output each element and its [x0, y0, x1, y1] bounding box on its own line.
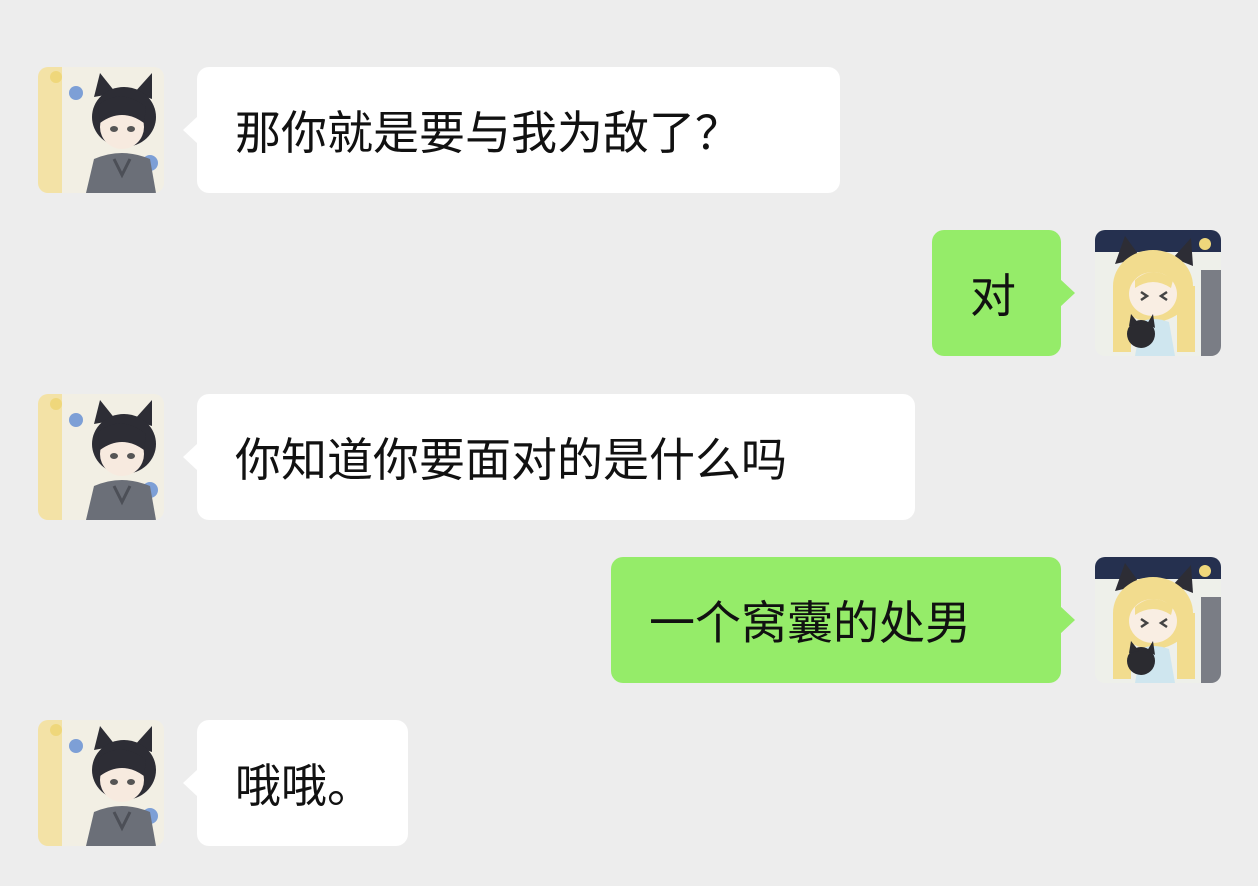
self-avatar-icon[interactable] — [1095, 557, 1221, 683]
message-text: 对 — [970, 269, 1016, 323]
message-text: 哦哦。 — [235, 759, 373, 813]
outgoing-message-bubble[interactable]: 一个窝囊的处男 — [611, 557, 1075, 683]
incoming-message-bubble[interactable]: 哦哦。 — [183, 720, 408, 846]
contact-avatar-icon[interactable] — [38, 720, 164, 846]
self-avatar-icon[interactable] — [1095, 230, 1221, 356]
contact-avatar-icon[interactable] — [38, 394, 164, 520]
outgoing-message-bubble[interactable]: 对 — [932, 230, 1075, 356]
message-text: 一个窝囊的处男 — [649, 596, 971, 650]
incoming-message-bubble[interactable]: 你知道你要面对的是什么吗 — [183, 394, 915, 520]
message-text: 你知道你要面对的是什么吗 — [235, 433, 787, 487]
contact-avatar-icon[interactable] — [38, 67, 164, 193]
message-text: 那你就是要与我为敌了？ — [235, 106, 741, 160]
incoming-message-bubble[interactable]: 那你就是要与我为敌了？ — [183, 67, 840, 193]
chat-message-list: 那你就是要与我为敌了？ 对 你知道你要面对的是什么吗 一个窝囊的处男 哦哦。 — [0, 0, 1258, 886]
